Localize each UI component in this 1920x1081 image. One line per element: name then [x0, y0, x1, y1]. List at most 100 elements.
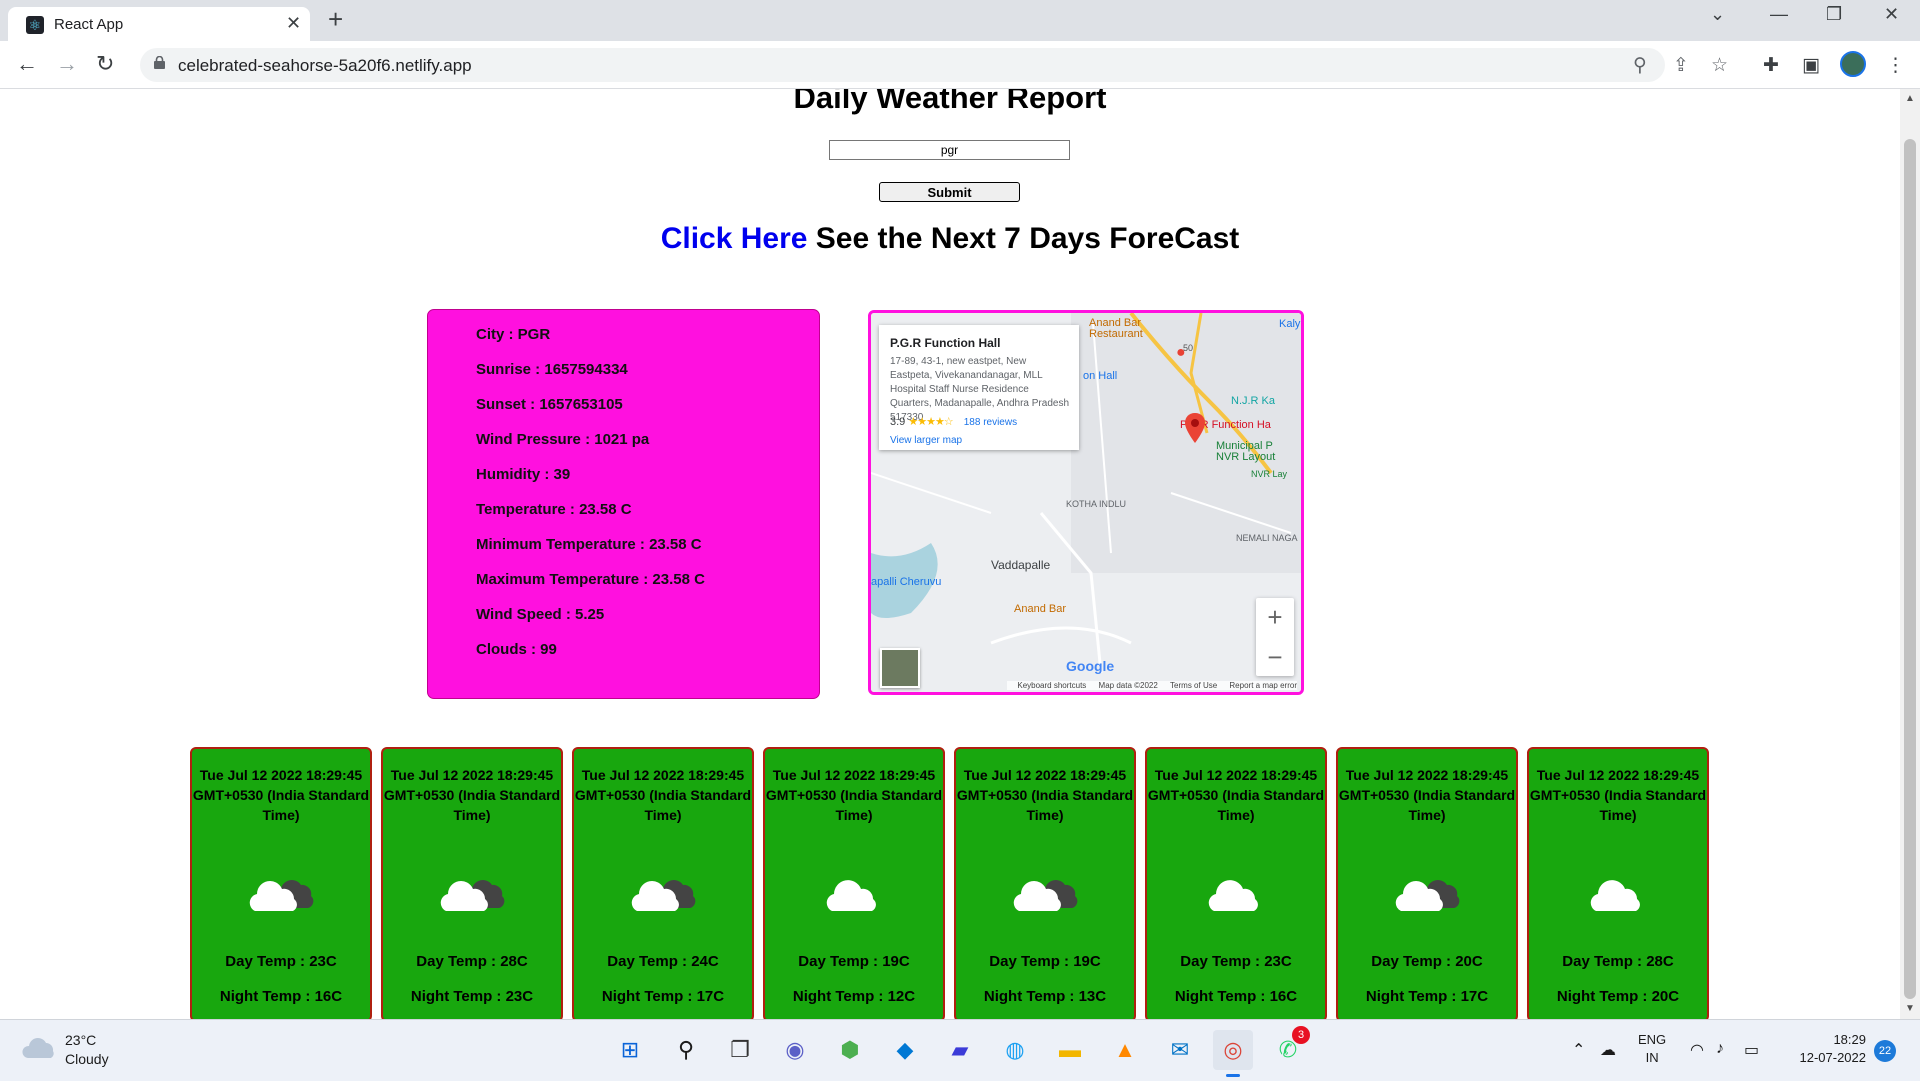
- share-icon[interactable]: ⇪: [1673, 54, 1689, 77]
- report-error-link[interactable]: Report a map error: [1229, 681, 1297, 690]
- restore-icon[interactable]: ❐: [1826, 4, 1842, 25]
- page-scrollbar[interactable]: ▲ ▼: [1900, 89, 1920, 1019]
- forecast-date: Tue Jul 12 2022 18:29:45 GMT+0530 (India…: [956, 767, 1134, 823]
- day-temp: Day Temp : 23C: [1180, 953, 1292, 970]
- min-temperature-line: Minimum Temperature : 23.58 C: [476, 536, 702, 553]
- google-logo: Google: [1066, 658, 1115, 674]
- view-larger-map-link[interactable]: View larger map: [890, 435, 962, 446]
- side-panel-icon[interactable]: ▣: [1802, 54, 1820, 77]
- active-app-indicator: [1226, 1074, 1240, 1077]
- address-bar[interactable]: celebrated-seahorse-5a20f6.netlify.app ⚲…: [140, 48, 1728, 82]
- satellite-toggle[interactable]: [880, 648, 920, 688]
- sunrise-line: Sunrise : 1657594334: [476, 361, 628, 378]
- zoom-icon[interactable]: ⚲: [1633, 54, 1647, 77]
- forecast-date: Tue Jul 12 2022 18:29:45 GMT+0530 (India…: [1529, 767, 1707, 823]
- volume-icon[interactable]: ♪: [1716, 1040, 1724, 1058]
- forecast-heading-text: See the Next 7 Days ForeCast: [807, 222, 1240, 255]
- zoom-out-button[interactable]: −: [1256, 638, 1294, 676]
- night-temp: Night Temp : 16C: [219, 988, 343, 1005]
- map-label-cheruvu: apalli Cheruvu: [871, 576, 942, 588]
- city-input[interactable]: [829, 140, 1070, 160]
- tab-search-icon[interactable]: ⌄: [1710, 4, 1725, 25]
- menu-kebab-icon[interactable]: ⋮: [1886, 54, 1905, 77]
- browser-toolbar: ← → ↻ celebrated-seahorse-5a20f6.netlify…: [0, 41, 1920, 89]
- wifi-icon[interactable]: ◠: [1690, 1040, 1704, 1060]
- embedded-map[interactable]: Anand Bar Restaurant Kaly 50 on Hall ● N…: [868, 310, 1304, 695]
- map-label-njr: N.J.R Ka: [1231, 395, 1276, 407]
- windows-taskbar: 23°C Cloudy ⊞ ⚲ ❐ ◉ ⬢ ◆ ▰ ◍ ▬ ▲ ✉ ◎ ✆ 3 …: [0, 1019, 1920, 1081]
- editor-app-icon[interactable]: ▰: [940, 1030, 980, 1070]
- forward-icon[interactable]: →: [56, 51, 78, 77]
- map-label-vaddapalle: Vaddapalle: [991, 558, 1051, 572]
- rating-stars-icon: ★★★★☆: [908, 416, 953, 428]
- map-label-kotha-indlu: KOTHA INDLU: [1066, 499, 1127, 509]
- forecast-heading: Click Here See the Next 7 Days ForeCast: [0, 222, 1900, 256]
- region-code: IN: [1645, 1050, 1659, 1065]
- map-label-nemali-naga: NEMALI NAGA: [1236, 533, 1298, 543]
- battery-icon[interactable]: ▭: [1744, 1040, 1759, 1060]
- submit-button[interactable]: Submit: [879, 182, 1020, 202]
- nodejs-icon[interactable]: ⬢: [830, 1030, 870, 1070]
- forecast-card: Tue Jul 12 2022 18:29:45 GMT+0530 (India…: [381, 747, 563, 1019]
- scroll-up-icon[interactable]: ▲: [1905, 93, 1915, 104]
- mail-icon[interactable]: ✉: [1160, 1030, 1200, 1070]
- notification-count[interactable]: 22: [1874, 1040, 1896, 1062]
- day-temp: Day Temp : 20C: [1371, 953, 1483, 970]
- keyboard-shortcuts-link[interactable]: Keyboard shortcuts: [1017, 681, 1086, 690]
- minimize-icon[interactable]: —: [1770, 4, 1788, 25]
- terms-link[interactable]: Terms of Use: [1170, 681, 1217, 690]
- search-icon[interactable]: ⚲: [666, 1030, 706, 1070]
- browser-tab[interactable]: ⚛ React App ✕: [8, 7, 310, 41]
- forecast-date: Tue Jul 12 2022 18:29:45 GMT+0530 (India…: [1338, 767, 1516, 823]
- tab-close-icon[interactable]: ✕: [286, 13, 301, 34]
- zoom-in-button[interactable]: +: [1256, 598, 1294, 636]
- taskbar-weather-temp[interactable]: 23°C: [65, 1032, 96, 1048]
- forecast-date: Tue Jul 12 2022 18:29:45 GMT+0530 (India…: [574, 767, 752, 823]
- start-icon[interactable]: ⊞: [610, 1030, 650, 1070]
- file-explorer-icon[interactable]: ▬: [1050, 1030, 1090, 1070]
- chrome-icon[interactable]: ◎: [1213, 1030, 1253, 1070]
- map-place-popup: P.G.R Function Hall 17-89, 43-1, new eas…: [879, 325, 1079, 450]
- language-indicator[interactable]: ENG IN: [1638, 1031, 1666, 1067]
- scroll-thumb[interactable]: [1904, 139, 1916, 999]
- current-weather-card: City : PGR Sunrise : 1657594334 Sunset :…: [427, 309, 820, 699]
- task-view-icon[interactable]: ❐: [720, 1030, 760, 1070]
- onedrive-icon[interactable]: ☁: [1600, 1040, 1616, 1060]
- night-temp: Night Temp : 23C: [410, 988, 534, 1005]
- place-name: P.G.R Function Hall: [890, 336, 1001, 350]
- react-favicon-icon: ⚛: [26, 16, 44, 34]
- day-temp: Day Temp : 19C: [798, 953, 910, 970]
- night-temp: Night Temp : 16C: [1174, 988, 1298, 1005]
- back-icon[interactable]: ←: [16, 51, 38, 77]
- day-temp: Day Temp : 19C: [989, 953, 1101, 970]
- url-text: celebrated-seahorse-5a20f6.netlify.app: [178, 56, 472, 75]
- profile-avatar[interactable]: [1840, 51, 1866, 77]
- taskbar-cloud-icon[interactable]: [22, 1034, 56, 1060]
- map-label-kaly: Kaly: [1279, 318, 1301, 330]
- map-footer: Keyboard shortcuts Map data ©2022 Terms …: [1007, 681, 1297, 690]
- clock[interactable]: 18:29 12-07-2022: [1788, 1031, 1867, 1067]
- tray-overflow-icon[interactable]: ⌃: [1572, 1040, 1585, 1060]
- scroll-down-icon[interactable]: ▼: [1905, 1003, 1915, 1014]
- vscode-icon[interactable]: ◆: [885, 1030, 925, 1070]
- reload-icon[interactable]: ↻: [96, 51, 114, 77]
- night-temp: Night Temp : 13C: [983, 988, 1107, 1005]
- taskbar-weather-condition[interactable]: Cloudy: [65, 1051, 109, 1067]
- lock-icon: [154, 56, 165, 69]
- page-title: Daily Weather Report: [793, 89, 1107, 115]
- temperature-line: Temperature : 23.58 C: [476, 501, 632, 518]
- extensions-icon[interactable]: ✚: [1763, 54, 1779, 77]
- edge-icon[interactable]: ◍: [995, 1030, 1035, 1070]
- close-window-icon[interactable]: ✕: [1884, 4, 1899, 25]
- sunset-line: Sunset : 1657653105: [476, 396, 623, 413]
- new-tab-button[interactable]: +: [328, 6, 343, 32]
- partly-cloudy-dark-icon: [1013, 880, 1078, 911]
- vlc-icon[interactable]: ▲: [1105, 1030, 1145, 1070]
- rating-value: 3.9: [890, 416, 906, 428]
- click-here-link[interactable]: Click Here: [661, 222, 808, 255]
- location-pin-icon: [1185, 413, 1205, 443]
- teams-chat-icon[interactable]: ◉: [775, 1030, 815, 1070]
- map-label-anand-bar-restaurant: Anand Bar Restaurant: [1089, 317, 1143, 340]
- bookmark-star-icon[interactable]: ☆: [1711, 54, 1728, 77]
- reviews-link[interactable]: 188 reviews: [964, 417, 1017, 428]
